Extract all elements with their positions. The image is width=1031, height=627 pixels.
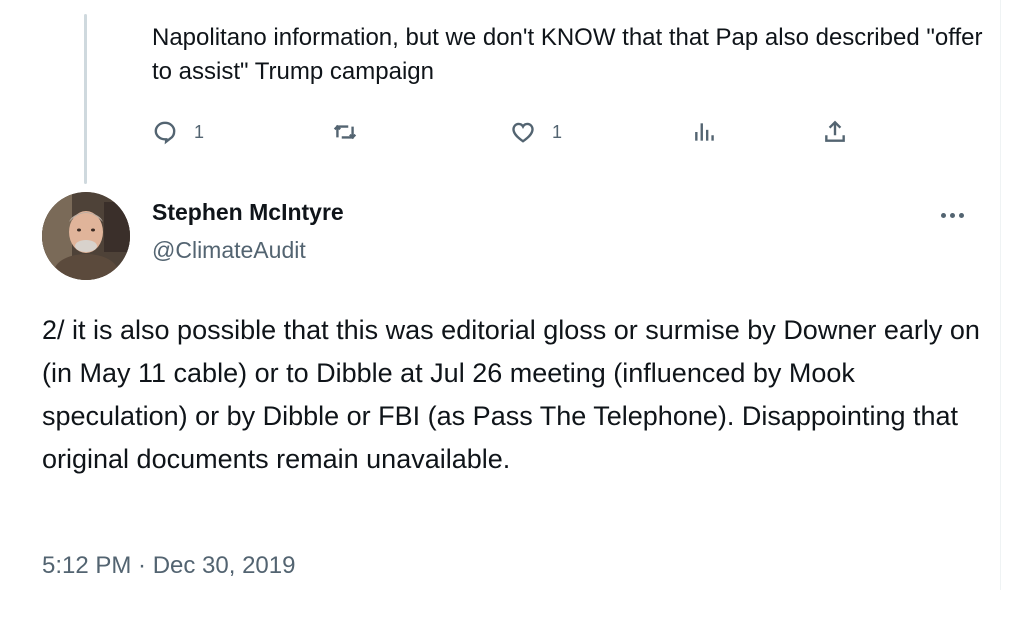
share-icon — [825, 120, 845, 142]
avatar[interactable] — [42, 192, 130, 280]
tweet-timestamp[interactable]: 5:12 PM · Dec 30, 2019 — [42, 552, 295, 580]
views-button[interactable] — [692, 112, 718, 152]
views-icon — [695, 123, 714, 141]
previous-tweet-text: Napolitano information, but we don't KNO… — [152, 24, 983, 85]
reply-count: 1 — [194, 121, 205, 142]
reply-button[interactable]: 1 — [152, 112, 204, 152]
repost-icon — [333, 124, 357, 140]
share-button[interactable] — [822, 112, 848, 152]
profile-photo — [42, 192, 130, 280]
author-name[interactable]: Stephen McIntyre — [152, 199, 344, 226]
column-border — [1000, 0, 1001, 590]
thread-connector-line — [84, 14, 87, 184]
more-icon — [940, 212, 946, 218]
like-count: 1 — [552, 121, 563, 142]
author-handle[interactable]: @ClimateAudit — [152, 237, 306, 264]
previous-tweet-actions: 1 1 — [152, 112, 872, 152]
tweet-text: 2/ it is also possible that this was edi… — [42, 315, 980, 474]
like-icon — [512, 122, 534, 143]
like-button[interactable]: 1 — [510, 112, 562, 152]
repost-button[interactable] — [332, 112, 374, 152]
more-options-button[interactable] — [932, 198, 972, 232]
reply-icon — [154, 121, 176, 145]
